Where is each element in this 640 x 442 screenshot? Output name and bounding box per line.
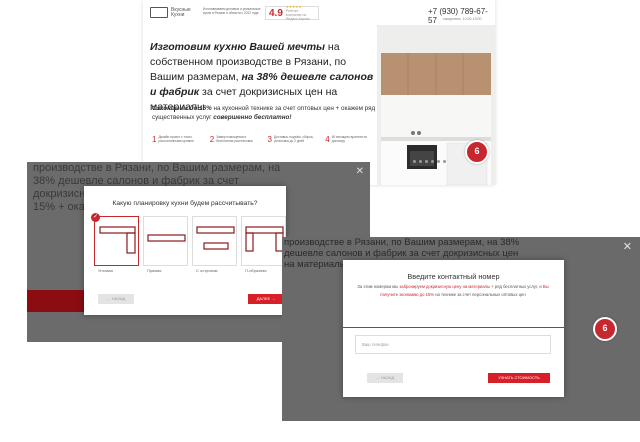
benefit-step: 3 Доставка, подъём, сборка, установка до … [267,135,314,144]
slider-dot[interactable] [419,160,422,163]
hero-paragraph: Сэкономим до 15% на кухонной технике за … [152,104,377,122]
modal-title: Введите контактный номер [407,272,500,281]
brand-logo[interactable]: Вкусные Кухни [150,7,191,18]
kitchen-logo-icon [150,7,168,18]
benefit-steps: 1 Дизайн-проект с точно рассчитанными цен… [152,135,377,144]
back-button[interactable]: ← НАЗАД [367,373,403,383]
layout-option-island[interactable]: С островом [192,216,237,273]
close-icon[interactable]: ✕ [356,166,364,177]
phone-number[interactable]: +7 (930) 789-67-57 [428,7,495,25]
timer-badge: 6 [465,140,489,164]
headline-bold: Изготовим кухню Вашей мечты [150,41,326,53]
rating-caption: Рейтинг компании на Яндекс.Картах [285,9,310,21]
progress-divider [343,327,564,328]
option-label: С островом [196,268,218,273]
layout-option-straight[interactable]: Прямая [143,216,188,273]
layout-modal: Какую планировку кухни будем рассчитыват… [84,186,286,315]
u-shaped-layout-icon [245,226,284,252]
island-layout-icon [196,226,235,250]
rating-widget[interactable]: 4.9 ★★★★★ Рейтинг компании на Яндекс.Кар… [265,5,319,21]
tagline: Изготавливаем деловые и уникальные кухни… [203,7,261,15]
modal-question: Какую планировку кухни будем рассчитыват… [112,200,258,207]
layout-option-u-shaped[interactable]: П-образная [241,216,286,273]
paragraph-bold: Сэкономим до 15% [152,105,212,112]
slider-dot[interactable] [443,160,446,163]
layout-option-corner[interactable]: ✓ Угловая [91,213,139,273]
option-label: Угловая [98,268,113,273]
slider-dot[interactable] [431,160,434,163]
rating-value: 4.9 [269,7,283,19]
slider-dot[interactable] [413,160,416,163]
benefit-step: 2 Замер помещения и бесплатная расстановк… [209,135,253,144]
slider-dot[interactable] [425,160,428,163]
contact-modal: Введите контактный номер За этим номером… [343,260,564,397]
modal-description: За этим номером мы забронируем докризисн… [357,284,549,297]
get-price-button[interactable]: УЗНАТЬ СТОИМОСТЬ [488,373,550,383]
benefit-step: 1 Дизайн-проект с точно рассчитанными цен… [152,135,194,144]
logo-line-2: Кухни [171,11,185,18]
timer-badge: 6 [593,317,617,341]
working-hours: ежедневно, 10:00-19:00 [443,17,482,21]
paragraph-bold-2: совершенно бесплатно! [213,114,292,121]
option-label: П-образная [245,268,267,273]
slider-dot[interactable] [437,160,440,163]
close-icon[interactable]: ✕ [623,240,632,253]
corner-layout-icon [99,226,136,254]
checkmark-icon: ✓ [91,213,100,222]
hero-section: Вкусные Кухни Изготавливаем деловые и ун… [143,0,495,185]
option-label: Прямая [147,268,162,273]
next-button[interactable]: ДАЛЕЕ → [248,294,284,304]
benefit-step: 4 60 месяцев гарантии по договору [325,135,368,144]
slider-dots[interactable] [413,160,446,163]
straight-layout-icon [147,234,186,242]
phone-input[interactable]: Ваш телефон [355,335,551,354]
back-button[interactable]: ← НАЗАД [98,294,134,304]
